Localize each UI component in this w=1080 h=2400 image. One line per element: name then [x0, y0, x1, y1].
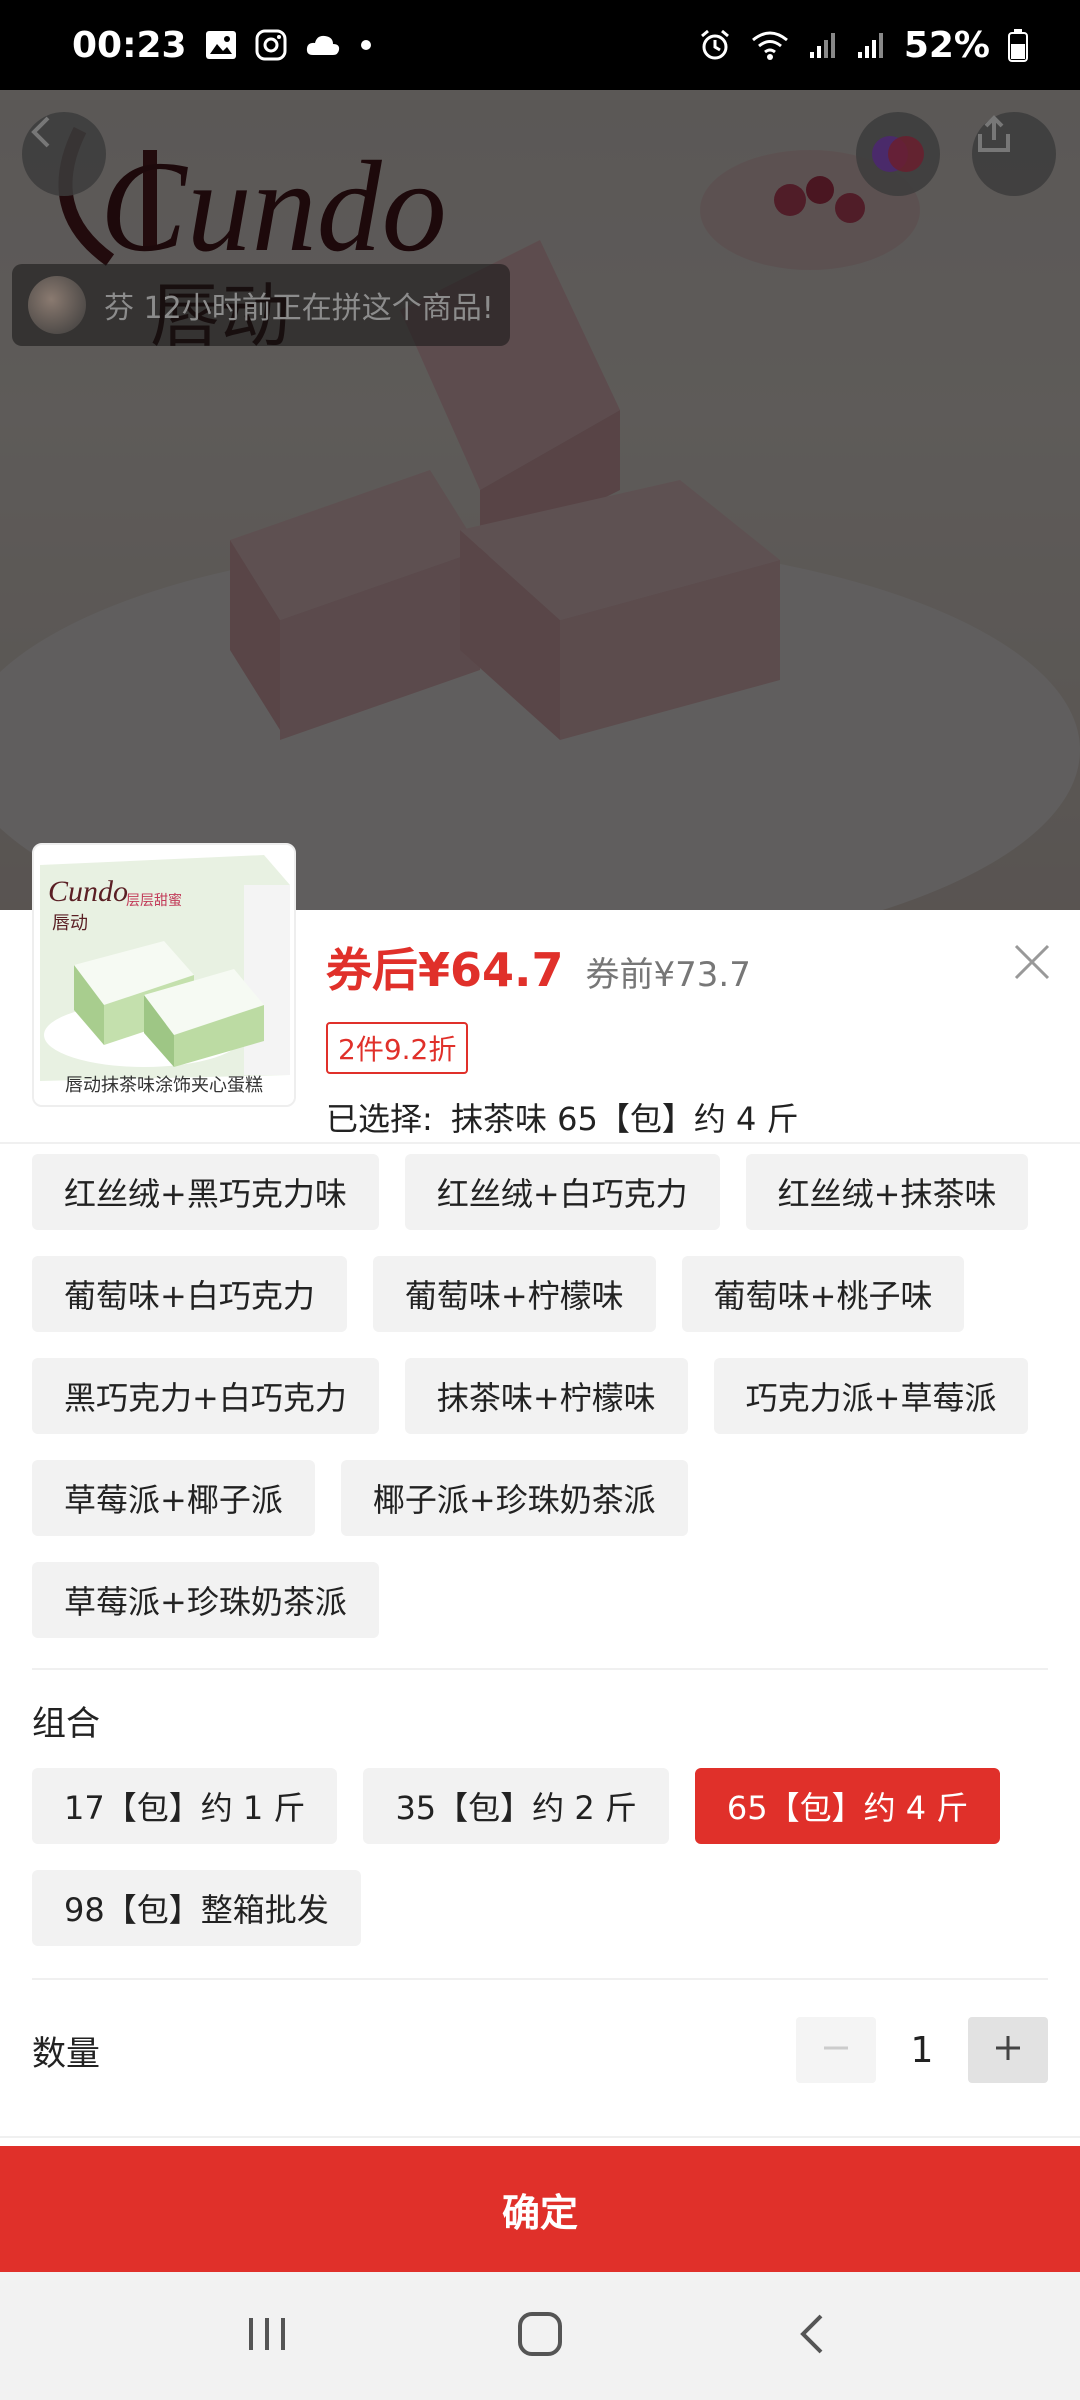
- share-button[interactable]: [972, 112, 1056, 196]
- flavor-option[interactable]: 草莓派+椰子派: [32, 1460, 315, 1536]
- chevron-left-icon: [795, 2312, 831, 2360]
- status-time: 00:23: [72, 24, 187, 66]
- plus-icon: [993, 2033, 1023, 2067]
- price-area: 券后¥64.7 券前¥73.7 2件9.2折 已选择: 抹茶味 65【包】约 4…: [326, 934, 799, 1140]
- price-after-coupon: 券后¥64.7: [326, 943, 564, 997]
- flavor-option[interactable]: 巧克力派+草莓派: [713, 1358, 1029, 1434]
- flavor-option[interactable]: 葡萄味+桃子味: [681, 1256, 965, 1332]
- sku-selection-sheet: 券后¥64.7 券前¥73.7 2件9.2折 已选择: 抹茶味 65【包】约 4…: [0, 910, 1080, 2272]
- combo-option-65-selected[interactable]: 65【包】约 4 斤: [694, 1768, 1001, 1844]
- quantity-stepper: 1: [796, 2017, 1048, 2083]
- home-button[interactable]: [495, 2291, 585, 2381]
- recent-apps-button[interactable]: [222, 2291, 312, 2381]
- svg-text:唇动: 唇动: [52, 913, 88, 934]
- dot-icon: [359, 38, 373, 52]
- alarm-icon: [698, 28, 732, 62]
- product-thumbnail[interactable]: Cundo 唇动 层层甜蜜 唇动抹茶味涂饰夹心蛋糕: [32, 843, 296, 1107]
- quantity-label: 数量: [32, 2033, 100, 2074]
- wifi-icon: [750, 29, 790, 61]
- combo-option-35[interactable]: 35【包】约 2 斤: [363, 1768, 669, 1844]
- minus-icon: [821, 2033, 851, 2067]
- selected-value: 抹茶味 65【包】约 4 斤: [450, 1100, 799, 1138]
- flavor-option[interactable]: 葡萄味+白巧克力: [32, 1256, 347, 1332]
- product-hero-image: Cundo 唇动 芬 12小时前正在拼这个商品!: [0, 90, 1080, 910]
- svg-text:Cundo: Cundo: [48, 875, 128, 908]
- signal-icon: [856, 30, 886, 60]
- nav-back-button[interactable]: [768, 2291, 858, 2381]
- divider: [32, 1668, 1048, 1670]
- battery-icon: [1008, 28, 1028, 62]
- product-box-image: Cundo 唇动 层层甜蜜: [34, 845, 294, 1105]
- battery-percent: 52%: [903, 24, 990, 66]
- flavor-option[interactable]: 红丝绒+抹茶味: [745, 1154, 1029, 1230]
- product-thumb-caption: 唇动抹茶味涂饰夹心蛋糕: [65, 1075, 263, 1096]
- flavor-option[interactable]: 葡萄味+柠檬味: [372, 1256, 656, 1332]
- flavor-option[interactable]: 红丝绒+白巧克力: [404, 1154, 720, 1230]
- flavor-option[interactable]: 抹茶味+柠檬味: [404, 1358, 688, 1434]
- flavor-option[interactable]: 椰子派+珍珠奶茶派: [340, 1460, 688, 1536]
- flavor-option[interactable]: 黑巧克力+白巧克力: [32, 1358, 379, 1434]
- confirm-button[interactable]: 确定: [0, 2146, 1080, 2272]
- status-bar: 00:23 52%: [0, 0, 1080, 90]
- recent-apps-icon: [245, 2314, 289, 2358]
- selected-label: 已选择:: [326, 1100, 433, 1138]
- combo-option-17[interactable]: 17【包】约 1 斤: [32, 1768, 338, 1844]
- close-button[interactable]: [1008, 940, 1056, 988]
- quantity-row: 数量 1: [32, 2010, 1048, 2090]
- avatar: [28, 276, 86, 334]
- divider: [32, 1978, 1048, 1980]
- divider: [0, 1142, 1080, 1144]
- quantity-value[interactable]: 1: [876, 2030, 968, 2071]
- increase-button[interactable]: [968, 2017, 1048, 2083]
- combo-options: 17【包】约 1 斤 35【包】约 2 斤 65【包】约 4 斤 98【包】整箱…: [32, 1768, 1048, 1946]
- home-icon: [516, 2310, 564, 2362]
- price-before-coupon: 券前¥73.7: [585, 955, 751, 995]
- group-notice-text: 芬 12小时前正在拼这个商品!: [104, 291, 494, 326]
- svg-text:层层甜蜜: 层层甜蜜: [126, 893, 182, 909]
- dim-overlay[interactable]: [0, 90, 1080, 910]
- combo-title: 组合: [32, 1704, 100, 1744]
- flavor-options: 红丝绒+黑巧克力味 红丝绒+白巧克力 红丝绒+抹茶味 葡萄味+白巧克力 葡萄味+…: [32, 1154, 1048, 1638]
- cloud-icon: [305, 33, 341, 57]
- user-avatar-button[interactable]: [856, 112, 940, 196]
- promo-badge: 2件9.2折: [326, 1022, 469, 1074]
- close-icon: [1012, 942, 1052, 986]
- signal-icon: [808, 30, 838, 60]
- instagram-icon: [255, 29, 287, 61]
- group-buy-notice: 芬 12小时前正在拼这个商品!: [12, 264, 510, 346]
- back-button[interactable]: [22, 112, 106, 196]
- image-icon: [205, 30, 237, 60]
- combo-option-98[interactable]: 98【包】整箱批发: [32, 1870, 361, 1946]
- flavor-option[interactable]: 红丝绒+黑巧克力味: [32, 1154, 379, 1230]
- decrease-button[interactable]: [796, 2017, 876, 2083]
- selected-summary: 已选择: 抹茶味 65【包】约 4 斤: [326, 1094, 799, 1140]
- divider: [0, 2136, 1080, 2138]
- flavor-option[interactable]: 草莓派+珍珠奶茶派: [32, 1562, 379, 1638]
- system-nav-bar: [0, 2272, 1080, 2400]
